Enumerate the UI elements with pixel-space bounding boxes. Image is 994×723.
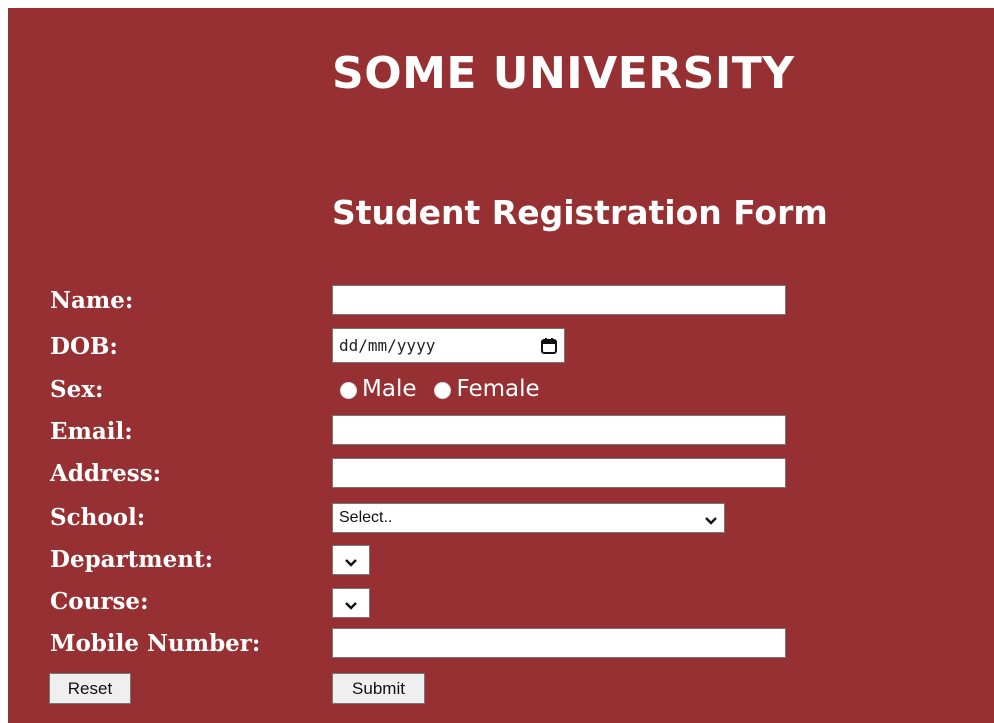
male-radio-label[interactable]: Male <box>362 376 416 402</box>
dob-placeholder: dd/mm/yyyy <box>339 336 436 355</box>
female-radio[interactable] <box>434 381 452 399</box>
school-select-value: Select.. <box>339 509 393 526</box>
email-input[interactable] <box>332 415 786 445</box>
form-title: Student Registration Form <box>332 193 828 232</box>
course-label: Course: <box>50 588 149 615</box>
address-input[interactable] <box>332 458 786 488</box>
sex-radio-group: Male Female <box>340 374 558 404</box>
reset-button[interactable]: Reset <box>49 673 131 704</box>
school-select[interactable]: Select.. <box>332 503 725 533</box>
submit-button[interactable]: Submit <box>332 673 425 704</box>
chevron-down-icon <box>344 555 358 567</box>
mobile-input[interactable] <box>332 628 786 658</box>
school-label: School: <box>50 504 146 531</box>
female-radio-label[interactable]: Female <box>456 376 539 402</box>
department-label: Department: <box>50 546 214 573</box>
mobile-label: Mobile Number: <box>50 630 261 657</box>
name-input[interactable] <box>332 285 786 315</box>
registration-page: SOME UNIVERSITY Student Registration For… <box>8 8 994 723</box>
course-select[interactable] <box>332 588 370 618</box>
dob-input[interactable]: dd/mm/yyyy <box>332 328 565 363</box>
name-label: Name: <box>50 287 134 314</box>
dob-label: DOB: <box>50 333 118 360</box>
email-label: Email: <box>50 418 133 445</box>
chevron-down-icon <box>344 598 358 610</box>
university-title: SOME UNIVERSITY <box>332 48 795 99</box>
male-radio[interactable] <box>340 381 357 399</box>
department-select[interactable] <box>332 545 370 575</box>
sex-label: Sex: <box>50 376 104 403</box>
calendar-icon[interactable] <box>540 337 558 355</box>
chevron-down-icon <box>704 513 718 525</box>
address-label: Address: <box>50 460 162 487</box>
